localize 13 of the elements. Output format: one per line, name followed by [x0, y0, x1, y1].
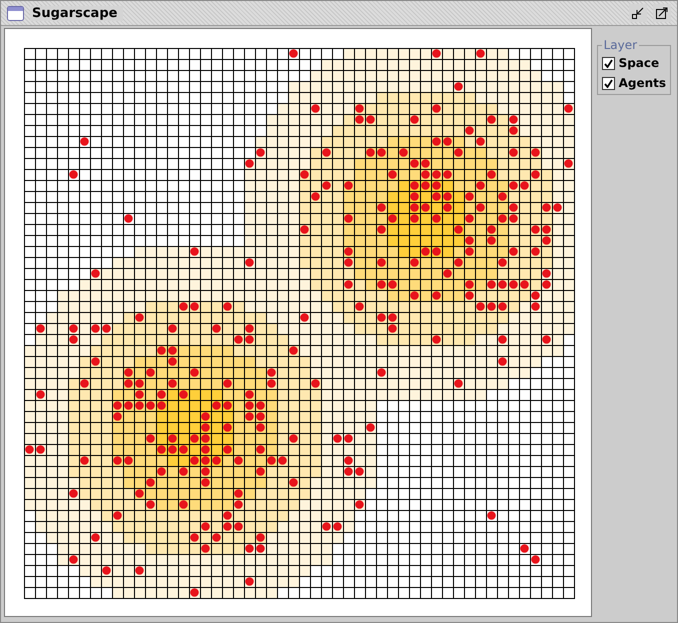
check-icon	[604, 78, 613, 88]
checkbox[interactable]	[602, 76, 615, 90]
window-title: Sugarscape	[30, 6, 124, 20]
maximize-icon	[655, 6, 669, 20]
checkbox-label: Agents	[618, 76, 666, 90]
minimize-icon	[631, 6, 645, 20]
maximize-button[interactable]	[653, 4, 671, 22]
checkbox[interactable]	[602, 56, 615, 70]
minimize-button[interactable]	[629, 4, 647, 22]
check-icon	[604, 58, 613, 68]
group-title: Layer	[602, 38, 638, 52]
checkbox-label: Space	[618, 56, 660, 70]
window-icon	[7, 6, 24, 20]
